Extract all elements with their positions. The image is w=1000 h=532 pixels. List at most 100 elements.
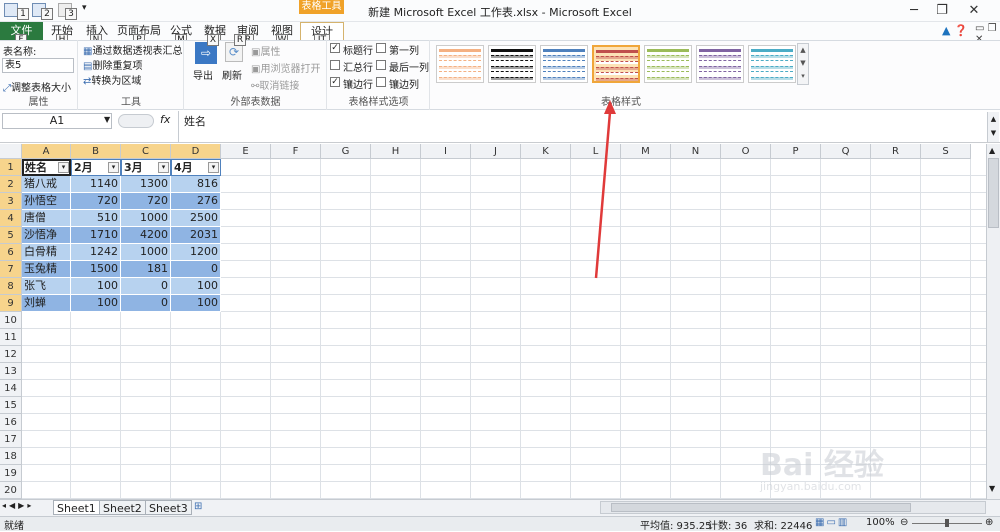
scroll-down-icon[interactable]: ▼ (989, 484, 995, 493)
column-header-o[interactable]: O (721, 144, 771, 159)
row-header-10[interactable]: 10 (0, 312, 22, 329)
table-cell[interactable]: 100 (71, 295, 121, 312)
table-cell[interactable]: 276 (171, 193, 221, 210)
row-header-7[interactable]: 7 (0, 261, 22, 278)
row-header-12[interactable]: 12 (0, 346, 22, 363)
sheet-tab-2[interactable]: Sheet2 (99, 500, 146, 515)
column-header-n[interactable]: N (671, 144, 721, 159)
remove-duplicates-button[interactable]: ▤删除重复项 (83, 57, 142, 72)
table-cell[interactable]: 1140 (71, 176, 121, 193)
refresh-button[interactable]: 刷新 (222, 67, 242, 82)
table-cell[interactable]: 100 (171, 295, 221, 312)
zoom-in-icon[interactable]: ⊕ (985, 517, 993, 528)
column-header-r[interactable]: R (871, 144, 921, 159)
sheet-tab-1[interactable]: Sheet1 (53, 500, 100, 515)
close-icon[interactable]: ✕ (962, 2, 986, 20)
row-header-5[interactable]: 5 (0, 227, 22, 244)
zoom-out-icon[interactable]: ⊖ (900, 517, 908, 528)
table-cell[interactable]: 4200 (121, 227, 171, 244)
last-column-checkbox[interactable] (376, 60, 386, 70)
table-header-cell[interactable]: 4月 ▾ (171, 159, 221, 176)
new-sheet-icon[interactable]: ⊞ (194, 501, 202, 512)
table-cell[interactable]: 720 (121, 193, 171, 210)
row-header-8[interactable]: 8 (0, 278, 22, 295)
table-cell[interactable]: 1000 (121, 210, 171, 227)
table-cell[interactable]: 刘蝉 (22, 295, 71, 312)
table-cell[interactable]: 张飞 (22, 278, 71, 295)
name-box[interactable]: A1 (2, 113, 112, 129)
column-header-k[interactable]: K (521, 144, 571, 159)
row-header-14[interactable]: 14 (0, 380, 22, 397)
sheet-nav-icon[interactable]: ◂◀▶▸ (2, 501, 34, 510)
table-cell[interactable]: 2031 (171, 227, 221, 244)
table-cell[interactable]: 唐僧 (22, 210, 71, 227)
zoom-slider-thumb[interactable] (945, 519, 949, 527)
row-header-6[interactable]: 6 (0, 244, 22, 261)
table-cell[interactable]: 白骨精 (22, 244, 71, 261)
formula-bar-divider[interactable] (118, 114, 154, 128)
pivot-summary-button[interactable]: ▦通过数据透视表汇总 (83, 42, 183, 57)
row-header-3[interactable]: 3 (0, 193, 22, 210)
row-header-20[interactable]: 20 (0, 482, 22, 499)
column-header-a[interactable]: A (22, 144, 71, 159)
table-name-input[interactable]: 表5 (2, 58, 74, 73)
name-box-dropdown-icon[interactable]: ▼ (104, 115, 110, 124)
table-style-swatch[interactable] (696, 45, 744, 83)
column-header-d[interactable]: D (171, 144, 221, 159)
row-header-1[interactable]: 1 (0, 159, 22, 176)
column-header-l[interactable]: L (571, 144, 621, 159)
table-cell[interactable]: 猪八戒 (22, 176, 71, 193)
filter-dropdown-icon[interactable]: ▾ (158, 162, 169, 173)
help-icon[interactable]: ▲ ❓ (942, 24, 968, 37)
table-style-swatch[interactable] (436, 45, 484, 83)
restore-icon[interactable]: ❐ (930, 2, 954, 20)
formula-content[interactable]: 姓名 (184, 113, 206, 129)
row-header-11[interactable]: 11 (0, 329, 22, 346)
table-header-cell[interactable]: 3月 ▾ (121, 159, 171, 176)
column-header-g[interactable]: G (321, 144, 371, 159)
vertical-scroll-thumb[interactable] (988, 158, 999, 228)
row-header-2[interactable]: 2 (0, 176, 22, 193)
table-cell[interactable]: 1300 (121, 176, 171, 193)
table-cell[interactable]: 720 (71, 193, 121, 210)
filter-dropdown-icon[interactable]: ▾ (208, 162, 219, 173)
column-header-m[interactable]: M (621, 144, 671, 159)
sheet-tab-3[interactable]: Sheet3 (145, 500, 192, 515)
table-cell[interactable]: 1242 (71, 244, 121, 261)
table-style-swatch[interactable] (540, 45, 588, 83)
column-header-e[interactable]: E (221, 144, 271, 159)
row-header-15[interactable]: 15 (0, 397, 22, 414)
table-cell[interactable]: 1200 (171, 244, 221, 261)
convert-to-range-button[interactable]: ⇄转换为区域 (83, 72, 141, 87)
table-cell[interactable]: 玉兔精 (22, 261, 71, 278)
vertical-scrollbar[interactable]: ▲ ▼ (986, 144, 1000, 499)
table-style-swatch[interactable] (592, 45, 640, 83)
filter-dropdown-icon[interactable]: ▾ (108, 162, 119, 173)
column-header-q[interactable]: Q (821, 144, 871, 159)
export-button[interactable]: 导出 (193, 67, 213, 82)
column-header-i[interactable]: I (421, 144, 471, 159)
zoom-level[interactable]: 100% (866, 517, 895, 528)
column-header-f[interactable]: F (271, 144, 321, 159)
row-header-19[interactable]: 19 (0, 465, 22, 482)
row-header-9[interactable]: 9 (0, 295, 22, 312)
resize-table-button[interactable]: ⤢调整表格大小 (3, 79, 71, 94)
select-all-corner[interactable] (0, 144, 22, 159)
row-header-18[interactable]: 18 (0, 448, 22, 465)
horizontal-scrollbar[interactable] (600, 501, 986, 514)
table-cell[interactable]: 100 (171, 278, 221, 295)
header-row-checkbox[interactable]: ✓ (330, 43, 340, 53)
table-cell[interactable]: 1000 (121, 244, 171, 261)
column-header-c[interactable]: C (121, 144, 171, 159)
column-header-b[interactable]: B (71, 144, 121, 159)
properties-button[interactable]: ▣属性 (251, 43, 280, 58)
table-cell[interactable]: 181 (121, 261, 171, 278)
table-cell[interactable]: 沙悟净 (22, 227, 71, 244)
total-row-checkbox[interactable] (330, 60, 340, 70)
column-header-p[interactable]: P (771, 144, 821, 159)
minimize-icon[interactable]: ─ (902, 2, 926, 20)
banded-columns-checkbox[interactable] (376, 77, 386, 87)
banded-rows-checkbox[interactable]: ✓ (330, 77, 340, 87)
first-column-checkbox[interactable] (376, 43, 386, 53)
table-cell[interactable]: 0 (121, 295, 171, 312)
